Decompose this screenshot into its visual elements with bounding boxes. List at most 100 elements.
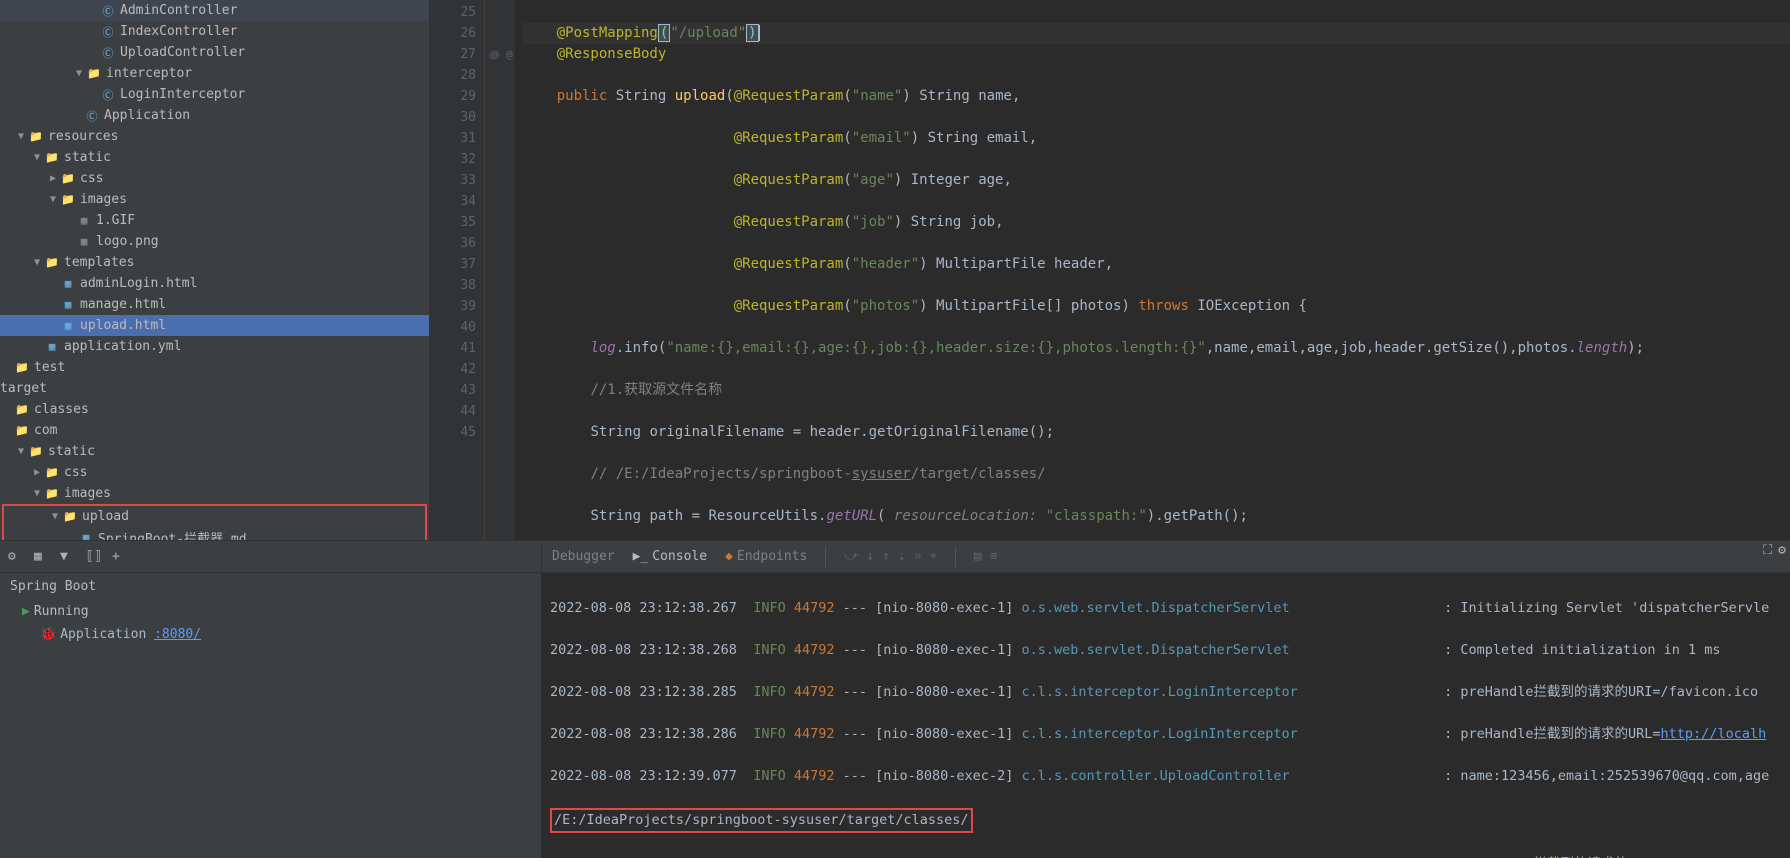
tree-item-springboot-md[interactable]: ▦SpringBoot-拦截器.md: [4, 527, 425, 540]
tree-item-uploadcontroller[interactable]: ⒸUploadController: [0, 42, 429, 63]
log-thread: --- [nio-8080-exec-1]: [843, 642, 1014, 658]
tree-item-manage[interactable]: ▦manage.html: [0, 294, 429, 315]
more-icon[interactable]: ▤: [974, 549, 982, 564]
tree-item-upload-html[interactable]: ▦upload.html: [0, 315, 429, 336]
code-token: (: [725, 88, 733, 104]
chevron-down-icon[interactable]: ▼: [46, 194, 60, 205]
log-level: INFO: [753, 600, 786, 616]
gear-icon[interactable]: ⚙: [1778, 543, 1786, 558]
code-token: @RequestParam: [734, 172, 844, 188]
code-token: length: [1577, 340, 1628, 356]
log-url[interactable]: http://localh: [1661, 726, 1767, 742]
tree-item-css2[interactable]: ▶📁css: [0, 462, 429, 483]
code-token: );: [1627, 340, 1644, 356]
springboot-header[interactable]: Spring Boot: [0, 573, 541, 600]
settings-icon[interactable]: ⚙: [8, 549, 24, 565]
filter-icon[interactable]: ▼: [60, 549, 76, 565]
chevron-down-icon[interactable]: ▼: [30, 152, 44, 163]
chevron-down-icon[interactable]: ▼: [14, 446, 28, 457]
chevron-down-icon[interactable]: ▼: [14, 131, 28, 142]
tree-label: IndexController: [120, 24, 237, 39]
code-editor[interactable]: 25 26 27 28 29 30 31 32 33 34 35 36 37 3…: [430, 0, 1790, 540]
tree-item-images2[interactable]: ▼📁images: [0, 483, 429, 504]
project-tree[interactable]: ⒸAdminController ⒸIndexController ⒸUploa…: [0, 0, 430, 540]
chevron-down-icon[interactable]: ▼: [72, 68, 86, 79]
chevron-right-icon[interactable]: ▶: [46, 173, 60, 184]
evaluate-icon[interactable]: ⌖: [930, 549, 937, 564]
step-over-icon[interactable]: ⤻: [844, 549, 858, 564]
tree-item-gif[interactable]: ▦1.GIF: [0, 210, 429, 231]
line-number: 43: [430, 380, 476, 401]
tree-item-templates[interactable]: ▼📁templates: [0, 252, 429, 273]
folder-icon: 📁: [28, 444, 44, 460]
chevron-down-icon[interactable]: ▼: [30, 488, 44, 499]
line-number: 38: [430, 275, 476, 296]
log-msg: : Completed initialization in 1 ms: [1444, 642, 1720, 658]
console-output[interactable]: 2022-08-08 23:12:38.267 INFO 44792 --- […: [542, 573, 1790, 858]
tree-item-adminlogin[interactable]: ▦ adminLogin.html: [0, 273, 429, 294]
class-icon: Ⓒ: [100, 3, 116, 19]
tree-label: images: [80, 192, 127, 207]
expand-icon[interactable]: ⛶: [1763, 543, 1772, 558]
file-icon: ▦: [76, 213, 92, 229]
tree-item-interceptor[interactable]: ▼📁interceptor: [0, 63, 429, 84]
layout-icon[interactable]: ▦: [34, 549, 50, 565]
tree-item-admincontroller[interactable]: ⒸAdminController: [0, 0, 429, 21]
tree-item-application[interactable]: ⒸApplication: [0, 105, 429, 126]
run-to-cursor-icon[interactable]: »: [914, 549, 922, 564]
tree-item-static2[interactable]: ▼📁static: [0, 441, 429, 462]
log-date: 2022-08-08 23:12:38.286: [550, 726, 737, 742]
application-node[interactable]: 🐞Application :8080/: [0, 623, 541, 646]
log-thread: --- [nio-8080-exec-1]: [843, 600, 1014, 616]
tree-item-indexcontroller[interactable]: ⒸIndexController: [0, 21, 429, 42]
tree-item-css[interactable]: ▶📁css: [0, 168, 429, 189]
code-content[interactable]: @PostMapping("/upload") @ResponseBody pu…: [515, 0, 1790, 540]
code-token: ): [902, 88, 919, 104]
code-token: ): [919, 298, 936, 314]
chevron-down-icon[interactable]: ▼: [48, 511, 62, 522]
add-icon[interactable]: +: [112, 549, 128, 565]
tree-item-upload-folder[interactable]: ▼📁upload: [4, 506, 425, 527]
gutter-marker[interactable]: ꩜ @: [489, 44, 515, 65]
code-token: ).getPath();: [1147, 508, 1248, 524]
tree-item-logininterceptor[interactable]: ⒸLoginInterceptor: [0, 84, 429, 105]
step-into-icon[interactable]: ↓: [866, 549, 874, 564]
tree-item-static[interactable]: ▼📁static: [0, 147, 429, 168]
html-icon: ▦: [60, 276, 76, 292]
tree-item-appyml[interactable]: ▦application.yml: [0, 336, 429, 357]
code-token: "name": [852, 88, 903, 104]
force-step-icon[interactable]: ⇣: [898, 549, 906, 564]
tree-label: upload: [82, 509, 129, 524]
tree-item-test[interactable]: 📁test: [0, 357, 429, 378]
code-token: ,: [1012, 88, 1020, 104]
app-label: Application: [60, 627, 146, 642]
yml-icon: ▦: [44, 339, 60, 355]
tree-item-com[interactable]: 📁com: [0, 420, 429, 441]
tree-item-images[interactable]: ▼📁images: [0, 189, 429, 210]
chevron-down-icon[interactable]: ▼: [30, 257, 44, 268]
line-number: 45: [430, 422, 476, 443]
chevron-right-icon[interactable]: ▶: [30, 467, 44, 478]
step-out-icon[interactable]: ↑: [882, 549, 890, 564]
running-node[interactable]: ▶Running: [0, 600, 541, 623]
code-token: "header": [852, 256, 919, 272]
code-token: upload: [675, 88, 726, 104]
tree-label: adminLogin.html: [80, 276, 197, 291]
tree-item-logo[interactable]: ▦logo.png: [0, 231, 429, 252]
more-icon2[interactable]: ≡: [990, 549, 998, 564]
tree-item-classes[interactable]: 📁classes: [0, 399, 429, 420]
tree-item-target[interactable]: target: [0, 378, 429, 399]
collapse-icon[interactable]: ⟦⟧: [86, 549, 102, 565]
html-icon: ▦: [60, 318, 76, 334]
log-level: INFO: [753, 642, 786, 658]
tab-debugger[interactable]: Debugger: [552, 549, 615, 564]
tab-endpoints[interactable]: ◆Endpoints: [725, 549, 807, 564]
tree-item-resources[interactable]: ▼📁resources: [0, 126, 429, 147]
code-token: resourceLocation:: [885, 508, 1045, 524]
log-level: INFO: [753, 684, 786, 700]
code-token: "job": [852, 214, 894, 230]
line-number: 34: [430, 191, 476, 212]
code-token: public: [557, 88, 616, 104]
port-link[interactable]: :8080/: [154, 627, 201, 642]
tab-console[interactable]: ▶_Console: [633, 549, 707, 564]
